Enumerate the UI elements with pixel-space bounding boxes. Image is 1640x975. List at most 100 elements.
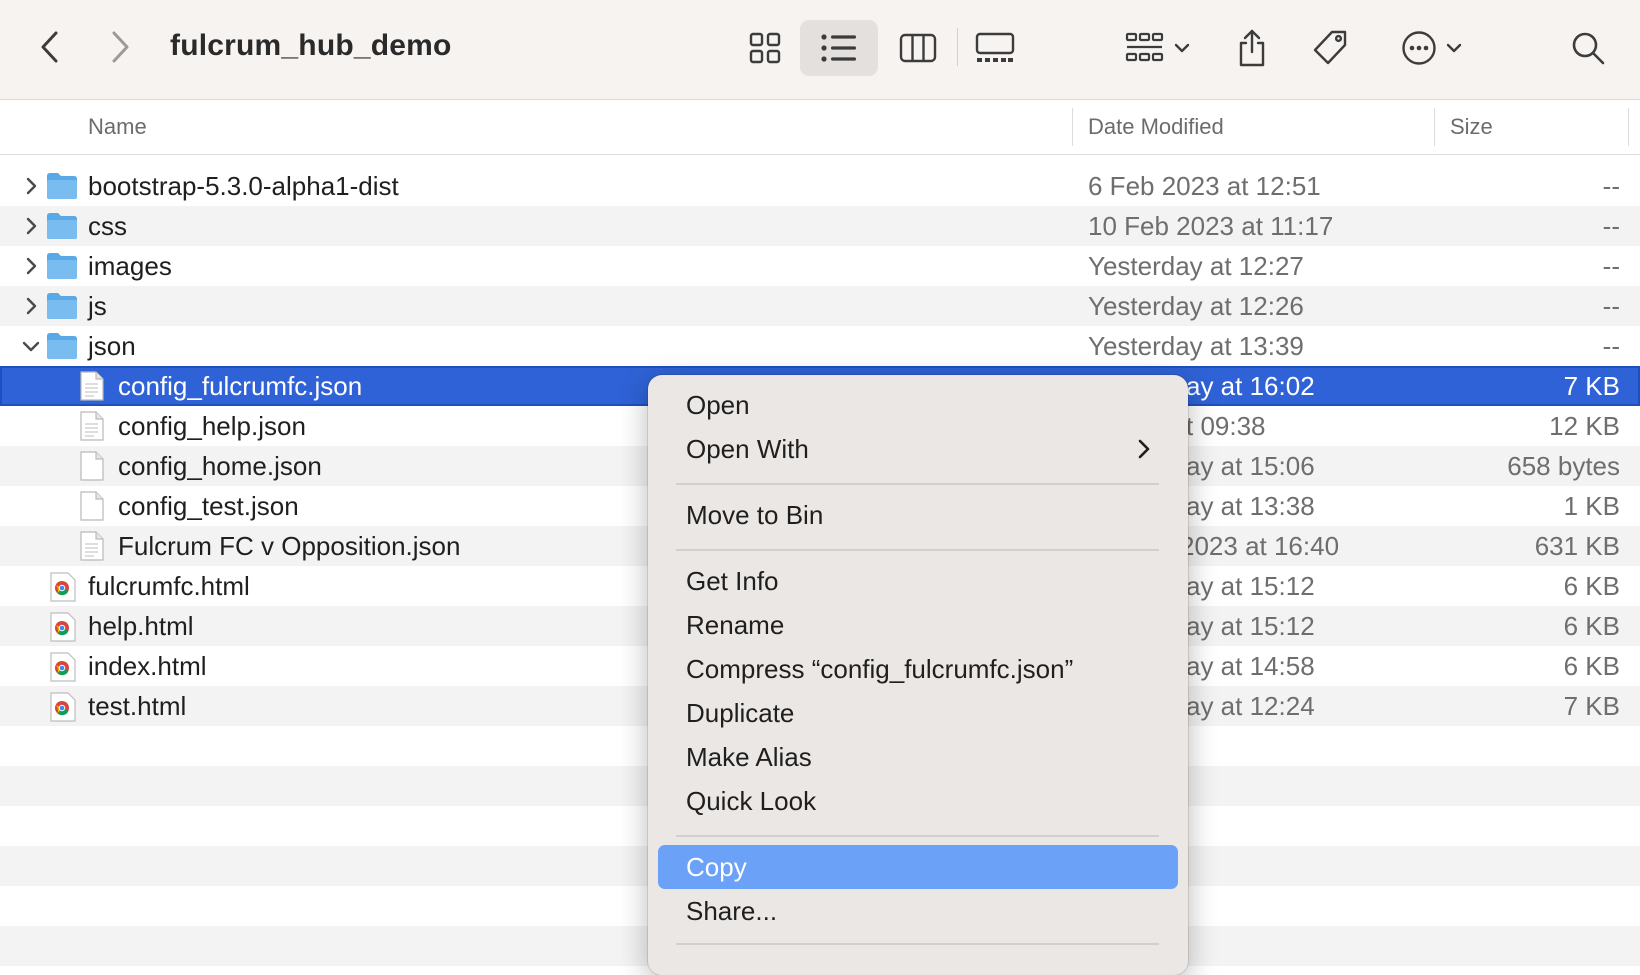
group-by-icon [1125,32,1164,62]
folder-icon [47,173,77,199]
file-size: 6 KB [1563,611,1620,641]
file-name: Fulcrum FC v Opposition.json [118,531,461,561]
menu-item-duplicate[interactable]: Duplicate [658,691,1178,735]
list-view-icon [821,34,856,62]
chevron-down-icon [1446,43,1462,53]
search-icon [1572,32,1605,65]
file-date: t 09:38 [1186,411,1266,441]
forward-button[interactable] [100,24,140,70]
disclosure-triangle[interactable] [20,206,42,246]
file-name: images [88,251,172,281]
menu-separator [676,835,1159,837]
menu-separator [676,483,1159,485]
menu-item-get-info[interactable]: Get Info [658,559,1178,603]
list-item[interactable]: js Yesterday at 12:26 -- [0,286,1640,326]
file-date: Yesterday at 12:27 [1088,251,1304,281]
file-date: 10 Feb 2023 at 11:17 [1088,211,1334,241]
chevron-down-icon [1174,43,1190,53]
disclosure-triangle[interactable] [20,286,42,326]
column-view-button[interactable] [888,22,948,74]
chevron-left-icon [41,31,58,63]
menu-item-label: Compress “config_fulcrumfc.json” [686,654,1074,684]
list-item[interactable]: json Yesterday at 13:39 -- [0,326,1640,366]
chevron-right-icon [26,297,37,315]
group-by-button[interactable] [1118,22,1198,74]
blank-file-icon [80,491,104,521]
chevron-right-icon [1138,439,1150,459]
folder-icon [47,253,77,279]
gallery-view-button[interactable] [963,22,1027,74]
disclosure-triangle[interactable] [20,166,42,206]
blank-file-icon [80,451,104,481]
more-actions-button[interactable] [1392,20,1472,76]
file-name: config_home.json [118,451,322,481]
file-name: config_test.json [118,491,299,521]
chevron-right-icon [26,177,37,195]
menu-item-open[interactable]: Open [658,383,1178,427]
icon-view-button[interactable] [735,22,795,74]
column-separator[interactable] [1072,108,1073,146]
file-date: ay at 16:02 [1186,371,1315,401]
menu-item-copy[interactable]: Copy [658,845,1178,889]
menu-item-share[interactable]: Share... [658,889,1178,933]
tag-button[interactable] [1302,20,1358,76]
json-file-icon [80,531,104,561]
file-size: -- [1602,251,1620,281]
json-file-icon [80,371,104,401]
share-button[interactable] [1225,20,1279,76]
file-size: 7 KB [1563,691,1620,721]
menu-item-open-with[interactable]: Open With [658,427,1178,471]
file-date: ay at 15:06 [1186,451,1315,481]
file-name: config_fulcrumfc.json [118,371,363,401]
file-size: -- [1602,171,1620,201]
file-size: 658 bytes [1507,451,1620,481]
menu-item-label: Quick Look [686,786,817,816]
chevron-right-icon [26,257,37,275]
disclosure-triangle[interactable] [20,326,42,366]
more-actions-icon [1402,31,1436,65]
menu-item-rename[interactable]: Rename [658,603,1178,647]
menu-separator [676,943,1159,945]
file-name: help.html [88,611,194,641]
html-file-icon [50,612,76,642]
folder-icon [47,213,77,239]
menu-item-compress[interactable]: Compress “config_fulcrumfc.json” [658,647,1178,691]
toolbar: fulcrum_hub_demo [0,0,1640,100]
file-name: js [88,291,107,321]
list-item[interactable]: images Yesterday at 12:27 -- [0,246,1640,286]
menu-item-label: Move to Bin [686,500,824,530]
list-item[interactable]: bootstrap-5.3.0-alpha1-dist 6 Feb 2023 a… [0,166,1640,206]
share-icon [1239,29,1265,67]
column-size-header[interactable]: Size [1450,114,1493,140]
file-name: index.html [88,651,207,681]
context-menu: Open Open With Move to Bin Get Info Rena… [648,375,1188,975]
html-file-icon [50,692,76,722]
file-size: -- [1602,291,1620,321]
menu-item-make-alias[interactable]: Make Alias [658,735,1178,779]
disclosure-triangle[interactable] [20,246,42,286]
menu-item-quick-look[interactable]: Quick Look [658,779,1178,823]
column-separator[interactable] [1434,108,1435,146]
tag-icon [1313,30,1347,65]
menu-item-label: Make Alias [686,742,812,772]
menu-item-move-to-bin[interactable]: Move to Bin [658,493,1178,537]
file-date: ay at 15:12 [1186,611,1315,641]
file-size: 631 KB [1534,531,1620,561]
file-date: ay at 14:58 [1186,651,1315,681]
file-name: css [88,211,127,241]
icon-view-icon [749,32,781,64]
column-name-header[interactable]: Name [88,114,147,140]
html-file-icon [50,572,76,602]
list-item[interactable]: css 10 Feb 2023 at 11:17 -- [0,206,1640,246]
menu-item-label: Rename [686,610,785,640]
back-button[interactable] [30,24,70,70]
column-date-header[interactable]: Date Modified [1088,114,1224,140]
search-button[interactable] [1562,22,1614,74]
column-separator[interactable] [1628,108,1629,146]
list-view-button[interactable] [800,20,878,76]
menu-item-label: Copy [686,852,747,882]
file-size: -- [1602,211,1620,241]
file-name: fulcrumfc.html [88,571,250,601]
file-size: 6 KB [1563,571,1620,601]
file-date: Yesterday at 13:39 [1088,331,1304,361]
